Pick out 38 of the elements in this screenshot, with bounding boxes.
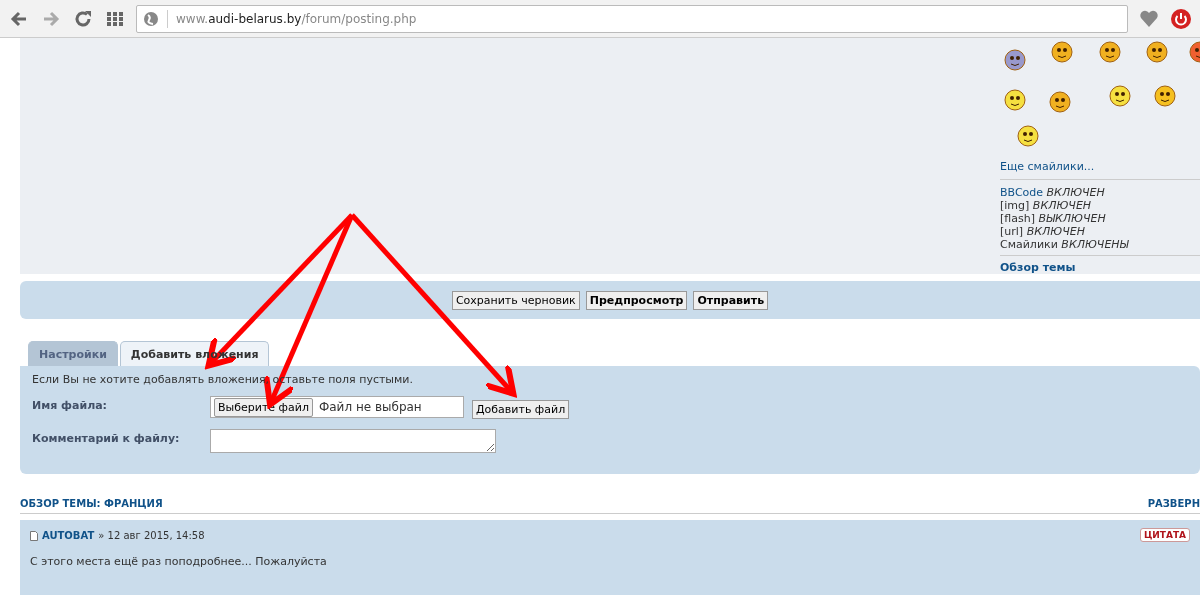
expand-link[interactable]: РАЗВЕРН [1147, 498, 1200, 509]
post-author[interactable]: AUTOBAT [42, 530, 95, 541]
smiley-icon[interactable] [1189, 41, 1200, 63]
bbcode-status: [url] ВКЛЮЧЕН [1000, 225, 1086, 238]
comment-field[interactable] [210, 429, 496, 453]
bbcode-status: [flash] ВЫКЛЮЧЕН [1000, 212, 1107, 225]
smiley-icon[interactable] [1049, 91, 1071, 113]
quote-button[interactable]: ЦИТАТА [1139, 528, 1190, 542]
topic-review-link[interactable]: Обзор темы [1000, 256, 1200, 274]
smiley-icon[interactable] [1017, 125, 1039, 147]
globe-icon [143, 10, 159, 27]
document-icon [30, 530, 38, 541]
choose-file-button[interactable]: Выберите файл [214, 397, 313, 417]
bbcode-status: Смайлики ВКЛЮЧЕНЫ [1000, 238, 1130, 251]
add-file-button[interactable]: Добавить файл [472, 400, 570, 419]
file-input[interactable]: Выберите файл Файл не выбран [210, 396, 464, 418]
address-bar[interactable]: www.audi-belarus.by/forum/posting.php [136, 4, 1128, 33]
form-button[interactable]: Отправить [693, 290, 769, 310]
post-date: » 12 авг 2015, 14:58 [98, 530, 205, 541]
power-icon[interactable] [1170, 7, 1192, 30]
form-button[interactable]: Сохранить черновик [451, 290, 580, 310]
bbcode-status: BBCode ВКЛЮЧЕН [1000, 186, 1106, 199]
smiley-icon[interactable] [1109, 85, 1131, 107]
smiley-icon[interactable] [1146, 41, 1168, 63]
smiley-icon[interactable] [1154, 85, 1176, 107]
smiley-icon[interactable] [1004, 89, 1026, 111]
bbcode-status: [img] ВКЛЮЧЕН [1000, 199, 1093, 212]
smiley-icon[interactable] [1099, 41, 1121, 63]
more-smileys-link[interactable]: Еще смайлики... [1000, 158, 1200, 180]
post-text: С этого места ещё раз поподробнее... Пожалуйста [30, 555, 328, 568]
no-file-text: Файл не выбран [318, 400, 422, 414]
smiley-icon[interactable] [1051, 41, 1073, 63]
bbcode-link[interactable]: BBCode [1000, 186, 1044, 199]
form-button[interactable]: Предпросмотр [585, 290, 688, 310]
field-label: Имя файла: [32, 398, 108, 412]
field-label: Комментарий к файлу: [32, 431, 181, 445]
section-title: ОБЗОР ТЕМЫ: ФРАНЦИЯ [20, 498, 163, 509]
smiley-icon[interactable] [1004, 49, 1026, 71]
